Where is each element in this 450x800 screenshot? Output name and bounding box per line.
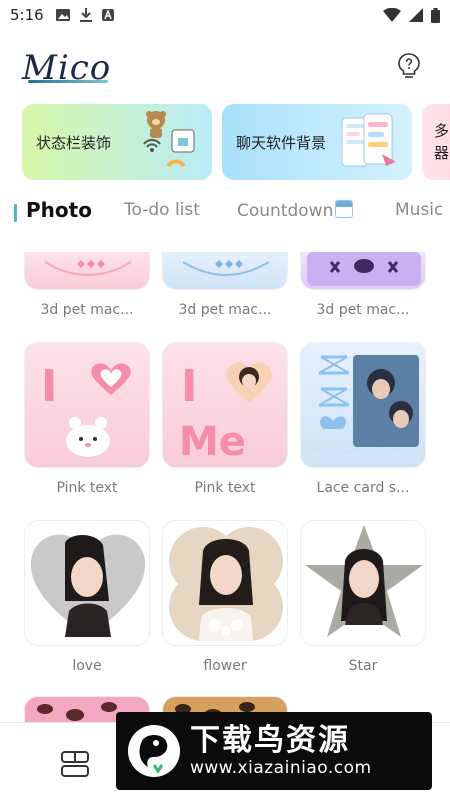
card-caption: 3d pet mac... [40, 302, 134, 318]
grid-card[interactable]: 3d pet mac... [300, 252, 426, 318]
app-header: Mico [0, 40, 450, 100]
pink-word-me: Me [179, 419, 246, 465]
pet-machine-thumb [162, 252, 288, 290]
grid-card[interactable]: Star [300, 520, 426, 674]
heart-photo-frame [30, 534, 146, 637]
widgets-icon[interactable] [60, 749, 90, 779]
banner-label: 聊天软件背景 [236, 133, 327, 152]
pink-text-art: I [41, 361, 131, 457]
feature-banners: 状态栏装饰 聊天软件背景 多 器 [22, 104, 450, 182]
grid-card[interactable]: I Me Pink text [162, 342, 288, 496]
pink-text-art: I Me [179, 361, 272, 465]
pet-machine-art [307, 252, 421, 286]
tab-photo[interactable]: Photo [26, 198, 92, 222]
grid-card[interactable]: flower [162, 520, 288, 674]
help-bulb-icon[interactable] [396, 52, 422, 80]
watermark-url: www.xiazainiao.com [190, 758, 372, 778]
status-time: 5:16 [10, 6, 44, 24]
logo-underline [28, 80, 108, 83]
tab-todo-list[interactable]: To-do list [124, 200, 200, 220]
download-icon [79, 8, 92, 22]
star-frame-thumb [300, 520, 426, 646]
love-frame-thumb [24, 520, 150, 646]
card-caption: love [72, 658, 102, 674]
pet-machine-thumb [300, 252, 426, 290]
pink-text-thumb: I Me [162, 342, 288, 468]
grid-card[interactable]: 3d pet mac... [24, 252, 150, 318]
pink-letter-i: I [41, 361, 57, 412]
teddy-wifi-illustration [143, 111, 195, 168]
pet-machine-thumb [24, 252, 150, 290]
wifi-icon [383, 8, 401, 22]
tab-countdown-label: Countdown [237, 201, 334, 221]
pink-text-thumb: I [24, 342, 150, 468]
grid-card[interactable]: I Pink text [24, 342, 150, 496]
tab-music[interactable]: Music [395, 200, 443, 220]
card-caption: Pink text [194, 480, 256, 496]
lace-card-thumb [300, 342, 426, 468]
banner-label: 多 器 [434, 122, 450, 162]
banner-chat-background[interactable]: 聊天软件背景 [222, 104, 412, 180]
status-bar: 5:16 [0, 0, 450, 30]
image-icon [55, 9, 70, 21]
calendar-icon [335, 200, 354, 218]
grid-card[interactable]: 3d pet mac... [162, 252, 288, 318]
bird-logo-icon [128, 725, 180, 777]
star-photo-frame [305, 525, 423, 637]
pet-machine-art [182, 260, 270, 276]
pet-machine-art [44, 260, 132, 276]
card-caption: Lace card s... [316, 480, 410, 496]
phone-chat-illustration [341, 113, 396, 167]
grid-card[interactable]: love [24, 520, 150, 674]
banner-more[interactable]: 多 器 [422, 104, 450, 180]
banner-label: 状态栏装饰 [36, 133, 112, 152]
card-caption: flower [203, 658, 247, 674]
card-caption: Star [348, 658, 378, 674]
card-caption: 3d pet mac... [178, 302, 272, 318]
a-icon [101, 9, 114, 21]
pink-letter-i: I [181, 361, 197, 412]
watermark-banner: 下载鸟资源 www.xiazainiao.com [116, 712, 432, 790]
signal-icon [409, 8, 423, 22]
widget-grid: 3d pet mac... 3d pet mac... 3d pet mac..… [0, 252, 450, 722]
banner-status-bar-decor[interactable]: 状态栏装饰 [22, 104, 212, 180]
tab-countdown[interactable]: Countdown [237, 200, 354, 221]
battery-icon [431, 7, 440, 23]
tab-active-indicator [14, 204, 17, 222]
lace-card-art [305, 355, 425, 456]
flower-frame-thumb [162, 520, 288, 646]
grid-card[interactable]: Lace card s... [300, 342, 426, 496]
watermark-title: 下载鸟资源 [190, 723, 350, 758]
card-caption: Pink text [56, 480, 118, 496]
flower-photo-frame [169, 527, 283, 641]
card-caption: 3d pet mac... [316, 302, 410, 318]
bow-icon [320, 416, 346, 429]
category-tabs: Photo To-do list Countdown Music [0, 196, 450, 232]
